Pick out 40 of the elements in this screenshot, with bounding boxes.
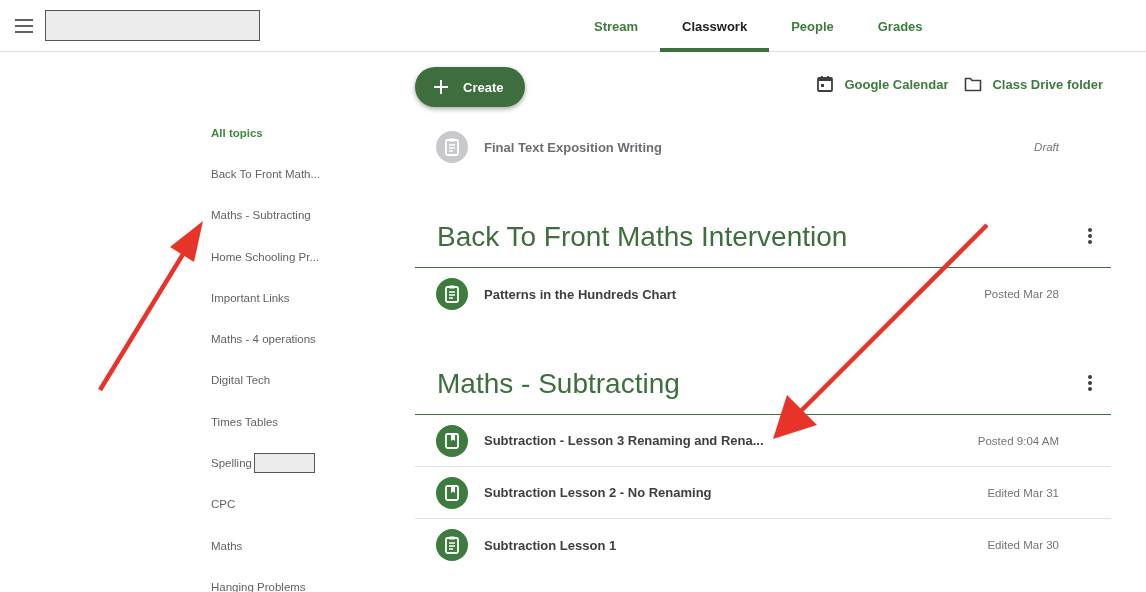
item-title: Subtraction - Lesson 3 Renaming and Rena... xyxy=(484,433,764,448)
toolbar-link[interactable]: Google Calendar xyxy=(816,75,949,93)
item-title: Subtraction Lesson 2 - No Renaming xyxy=(484,485,712,500)
assignment-row[interactable]: Patterns in the Hundreds Chart Posted Mar 28 xyxy=(415,268,1111,320)
item-title: Final Text Exposition Writing xyxy=(484,139,662,155)
item-status: Edited Mar 30 xyxy=(987,539,1059,551)
topic-link[interactable]: Home Schooling Pr... xyxy=(211,250,320,263)
tab[interactable]: People xyxy=(769,0,856,52)
topic-heading: Maths - Subtracting xyxy=(437,368,680,400)
topic-link[interactable]: Maths - 4 operations xyxy=(211,333,316,346)
create-button[interactable]: Create xyxy=(415,67,526,107)
more-icon[interactable] xyxy=(1087,227,1093,245)
plus-icon xyxy=(433,79,449,95)
item-status: Posted 9:04 AM xyxy=(977,434,1059,447)
topic-link[interactable]: Digital Tech xyxy=(211,374,271,387)
topic-link[interactable]: CPC xyxy=(211,498,236,511)
menu-icon[interactable] xyxy=(15,18,33,33)
item-title: Subtraction Lesson 1 xyxy=(484,537,617,553)
topic-link[interactable]: Back To Front Math... xyxy=(211,167,321,180)
item-status: Posted Mar 28 xyxy=(984,288,1059,300)
topic-link[interactable]: Maths - Subtracting xyxy=(211,209,311,222)
topic-link[interactable]: All topics xyxy=(211,126,263,139)
calendar-icon xyxy=(816,75,835,93)
topic-link[interactable]: Maths xyxy=(211,539,243,552)
more-icon[interactable] xyxy=(1087,374,1093,392)
assignment-row[interactable]: Final Text Exposition Writing Draft xyxy=(415,122,1111,172)
assignment-row[interactable]: Subtraction Lesson 2 - No Renaming Edited Mar 31 xyxy=(415,467,1111,519)
topic-heading: Back To Front Maths Intervention xyxy=(437,221,848,253)
topic-link[interactable]: Important Links xyxy=(211,291,290,304)
assignment-row[interactable]: Subtraction Lesson 1 Edited Mar 30 xyxy=(415,519,1111,571)
tab[interactable]: Classwork xyxy=(660,0,770,52)
tab[interactable]: Stream xyxy=(572,0,661,52)
item-status: Edited Mar 31 xyxy=(987,486,1059,499)
topic-link[interactable]: Times Tables xyxy=(211,415,279,428)
item-status: Draft xyxy=(1034,141,1059,153)
toolbar-link[interactable]: Class Drive folder xyxy=(964,75,1103,93)
topic-link[interactable]: Spelling xyxy=(211,457,252,469)
folder-icon xyxy=(964,75,983,93)
item-title: Patterns in the Hundreds Chart xyxy=(484,286,677,302)
tab[interactable]: Grades xyxy=(855,0,945,52)
